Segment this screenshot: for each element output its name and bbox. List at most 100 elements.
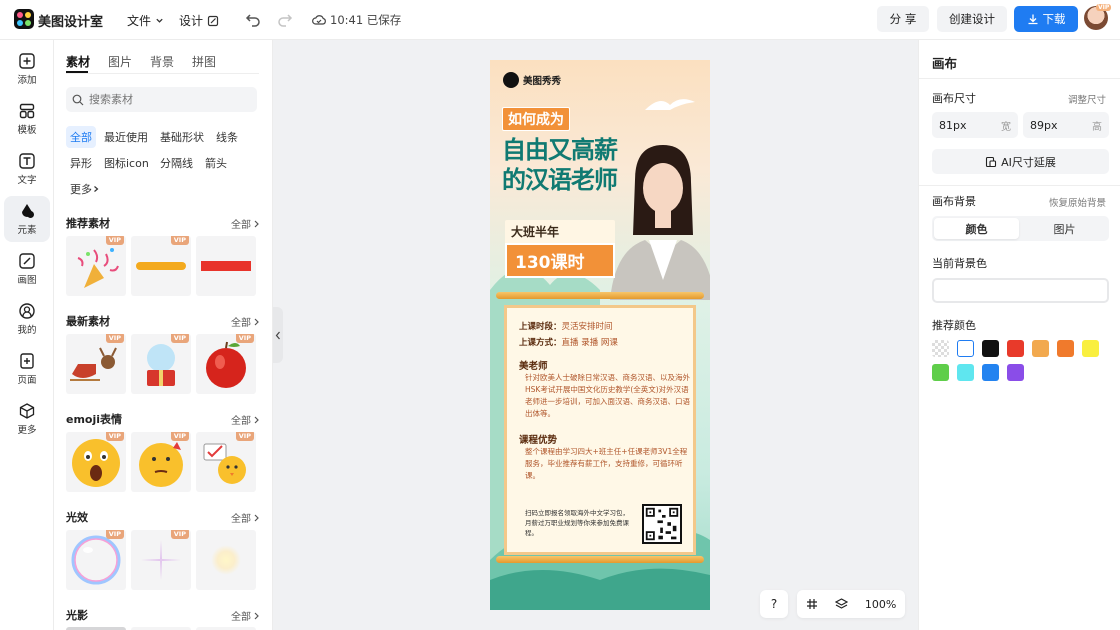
share-button[interactable]: 分 享 bbox=[877, 6, 929, 32]
undo-icon[interactable] bbox=[244, 11, 262, 29]
nav-elements[interactable]: 元素 bbox=[4, 196, 50, 242]
color-swatch[interactable] bbox=[932, 364, 949, 381]
design-menu[interactable]: 设计 bbox=[179, 12, 219, 29]
nav-mine[interactable]: 我的 bbox=[4, 296, 50, 342]
ai-extend-button[interactable]: AI尺寸延展 bbox=[932, 149, 1109, 174]
current-bg-label: 当前背景色 bbox=[932, 257, 987, 270]
method-value: 直播 录播 网课 bbox=[561, 338, 618, 348]
asset-glow[interactable] bbox=[196, 530, 256, 590]
chip-basic-shapes[interactable]: 基础形状 bbox=[156, 126, 208, 148]
redo-icon[interactable] bbox=[276, 11, 294, 29]
advantage-paragraph: 整个课程由学习四大+班主任+任课老师3V1全程服务，毕业推荐有薪工作，支持重修，… bbox=[525, 447, 688, 480]
color-swatch[interactable] bbox=[957, 364, 974, 381]
section-title-latest: 最新素材 bbox=[66, 315, 110, 328]
color-swatch[interactable] bbox=[932, 340, 949, 357]
chip-arrows[interactable]: 箭头 bbox=[201, 152, 231, 174]
asset-snow-globe[interactable]: VIP bbox=[131, 334, 191, 394]
poster-brand-text: 美图秀秀 bbox=[523, 76, 562, 87]
seg-color[interactable]: 颜色 bbox=[934, 218, 1019, 239]
section-more-light-shadow[interactable]: 全部 bbox=[231, 608, 260, 623]
color-swatch[interactable] bbox=[982, 340, 999, 357]
height-value[interactable]: 89px bbox=[1030, 119, 1058, 132]
section-more-recommended[interactable]: 全部 bbox=[231, 216, 260, 231]
chip-more[interactable]: 更多 bbox=[66, 178, 104, 200]
color-swatch[interactable] bbox=[1007, 340, 1024, 357]
asset-emoji-shocked[interactable]: VIP bbox=[66, 432, 126, 492]
vip-badge: VIP bbox=[105, 334, 124, 343]
color-swatch[interactable] bbox=[1007, 364, 1024, 381]
collapse-panel-button[interactable] bbox=[273, 307, 283, 363]
color-swatch[interactable] bbox=[1082, 340, 1099, 357]
search-input[interactable] bbox=[89, 93, 239, 106]
chip-irregular[interactable]: 异形 bbox=[66, 152, 96, 174]
design-canvas[interactable]: 美图秀秀 如何成为 自由又高薪 的汉语老师 大班半年 130课时 上课时段：灵活… bbox=[273, 40, 918, 630]
help-button[interactable]: ? bbox=[760, 590, 788, 618]
current-bg-color-field[interactable] bbox=[932, 278, 1109, 303]
color-swatch[interactable] bbox=[1032, 340, 1049, 357]
section-more-latest[interactable]: 全部 bbox=[231, 314, 260, 329]
section-more-label: 全部 bbox=[231, 318, 251, 329]
bg-type-toggle: 颜色 图片 bbox=[932, 216, 1109, 241]
grid-icon[interactable] bbox=[806, 598, 818, 610]
chip-all[interactable]: 全部 bbox=[66, 126, 96, 148]
nav-draw[interactable]: 画图 bbox=[4, 246, 50, 292]
avatar-vip-badge: VIP bbox=[1096, 4, 1112, 11]
poster-artboard[interactable]: 美图秀秀 如何成为 自由又高薪 的汉语老师 大班半年 130课时 上课时段：灵活… bbox=[490, 60, 710, 610]
chevron-right-icon bbox=[254, 318, 259, 325]
schedule-value: 灵活安排时间 bbox=[561, 322, 613, 332]
width-field[interactable]: 81px 宽 bbox=[932, 112, 1018, 138]
chip-lines[interactable]: 线条 bbox=[212, 126, 242, 148]
party-popper-icon bbox=[77, 248, 119, 288]
vip-badge: VIP bbox=[170, 432, 189, 441]
asset-apple[interactable]: VIP bbox=[196, 334, 256, 394]
width-unit: 宽 bbox=[1001, 121, 1011, 133]
asset-emoji-chick[interactable]: VIP bbox=[196, 432, 256, 492]
nav-draw-label: 画图 bbox=[17, 275, 37, 286]
nav-add[interactable]: 添加 bbox=[4, 46, 50, 92]
asset-red-bar[interactable] bbox=[196, 236, 256, 296]
layers-icon[interactable] bbox=[834, 598, 848, 610]
color-swatch[interactable] bbox=[957, 340, 974, 357]
chip-recent[interactable]: 最近使用 bbox=[100, 126, 152, 148]
app-logo[interactable] bbox=[14, 9, 34, 29]
resize-link[interactable]: 调整尺寸 bbox=[1068, 92, 1106, 106]
asset-sleigh[interactable]: VIP bbox=[66, 334, 126, 394]
file-menu[interactable]: 文件 bbox=[127, 12, 164, 29]
snow-globe-icon bbox=[147, 344, 175, 386]
asset-sparkle[interactable]: VIP bbox=[131, 530, 191, 590]
asset-yellow-brush[interactable]: VIP bbox=[131, 236, 191, 296]
nav-templates[interactable]: 模板 bbox=[4, 96, 50, 142]
height-field[interactable]: 89px 高 bbox=[1023, 112, 1109, 138]
chip-icons[interactable]: 图标icon bbox=[100, 152, 153, 174]
download-button[interactable]: 下载 bbox=[1014, 6, 1078, 32]
color-swatch[interactable] bbox=[1057, 340, 1074, 357]
chevron-right-icon bbox=[254, 612, 259, 619]
create-design-button[interactable]: 创建设计 bbox=[937, 6, 1007, 32]
nav-more[interactable]: 更多 bbox=[4, 396, 50, 442]
poster-footer-text: 扫码立即报名领取海外中文学习包，月薪过万职业规划等你来参加免费课程。 bbox=[525, 509, 629, 537]
section-more-emoji[interactable]: 全部 bbox=[231, 412, 260, 427]
section-more-label: 全部 bbox=[231, 220, 251, 231]
zoom-level[interactable]: 100% bbox=[865, 598, 896, 611]
tab-backgrounds[interactable]: 背景 bbox=[150, 53, 174, 70]
color-swatch[interactable] bbox=[982, 364, 999, 381]
canvas-bg-label: 画布背景 bbox=[932, 195, 976, 208]
restore-bg-link[interactable]: 恢复原始背景 bbox=[1049, 195, 1106, 209]
nav-pages[interactable]: 页面 bbox=[4, 346, 50, 392]
width-value[interactable]: 81px bbox=[939, 119, 967, 132]
tab-materials[interactable]: 素材 bbox=[66, 53, 90, 70]
chip-dividers[interactable]: 分隔线 bbox=[156, 152, 197, 174]
section-title-light-effects: 光效 bbox=[66, 511, 88, 524]
asset-emoji-thinking[interactable]: VIP bbox=[131, 432, 191, 492]
nav-text[interactable]: 文字 bbox=[4, 146, 50, 192]
teacher-paragraph: 针对欧美人士破除日常汉语、商务汉语、以及海外HSK考试开展中国文化历史教学(全英… bbox=[525, 373, 690, 418]
tab-collage[interactable]: 拼图 bbox=[192, 53, 216, 70]
seg-image[interactable]: 图片 bbox=[1022, 218, 1107, 239]
section-more-light-effects[interactable]: 全部 bbox=[231, 510, 260, 525]
tab-images[interactable]: 图片 bbox=[108, 53, 132, 70]
asset-party-popper[interactable]: VIP bbox=[66, 236, 126, 296]
asset-bubble[interactable]: VIP bbox=[66, 530, 126, 590]
plus-square-icon bbox=[19, 53, 35, 69]
sparkle-icon bbox=[141, 540, 181, 580]
thinking-emoji-icon bbox=[139, 442, 183, 487]
